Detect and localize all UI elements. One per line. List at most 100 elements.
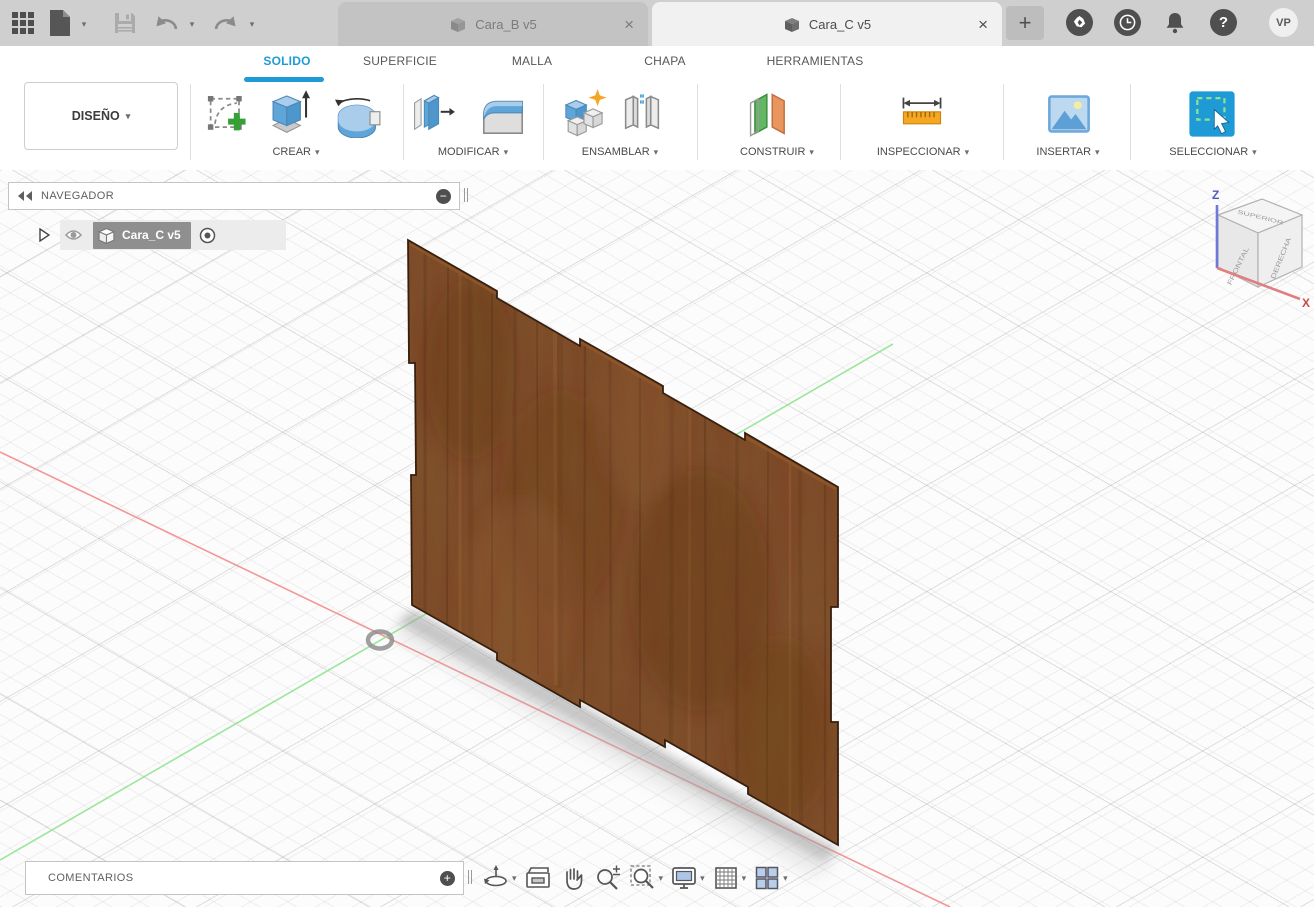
document-tab-cara-b[interactable]: Cara_B v5 × <box>338 2 648 46</box>
viewport-canvas[interactable]: SUPERIOR FRONTAL DERECHA Z X NAVEGADOR − <box>0 170 1314 907</box>
add-comment-icon[interactable]: + <box>440 870 455 886</box>
chevron-down-icon[interactable]: ▾ <box>700 873 705 883</box>
close-tab-icon[interactable]: × <box>624 16 634 33</box>
group-label: ENSAMBLAR <box>581 146 650 158</box>
select-button[interactable] <box>1186 88 1238 145</box>
notifications-button[interactable] <box>1161 9 1189 37</box>
file-menu-button[interactable] <box>48 8 72 38</box>
orbit-button[interactable]: ▾ <box>482 864 517 892</box>
group-separator <box>190 84 191 160</box>
undo-icon <box>156 16 178 30</box>
group-separator <box>1130 84 1131 160</box>
crear-group-dropdown[interactable]: CREAR ▾ <box>272 146 319 158</box>
group-separator <box>543 84 544 160</box>
inspeccionar-group-dropdown[interactable]: INSPECCIONAR ▾ <box>877 146 969 158</box>
chevron-down-icon: ▾ <box>809 146 814 157</box>
insertar-group-dropdown[interactable]: INSERTAR ▾ <box>1036 146 1099 158</box>
press-pull-button[interactable] <box>408 90 456 143</box>
chevron-down-icon: ▾ <box>1252 146 1257 157</box>
look-at-icon <box>525 867 550 888</box>
component-tree-item[interactable]: Cara_C v5 <box>93 221 191 249</box>
fillet-button[interactable] <box>477 90 529 143</box>
viewports-button[interactable]: ▾ <box>753 864 788 892</box>
zoom-button[interactable] <box>594 864 622 892</box>
component-name: Cara_C v5 <box>122 228 181 242</box>
insert-image-icon <box>1048 95 1090 133</box>
redo-button[interactable] <box>212 13 240 35</box>
design-workspace-dropdown[interactable]: DISEÑO ▾ <box>24 82 178 150</box>
panel-drag-handle[interactable] <box>468 870 472 884</box>
construir-group-dropdown[interactable]: CONSTRUIR ▾ <box>740 146 814 158</box>
ribbon-tab-chapa[interactable]: CHAPA <box>644 54 685 68</box>
viewports-icon <box>755 866 779 890</box>
extrude-icon <box>271 90 311 133</box>
comments-title: COMENTARIOS <box>48 872 134 884</box>
ribbon-tab-solido[interactable]: SOLIDO <box>263 54 310 68</box>
pan-button[interactable] <box>559 864 587 892</box>
minimize-panel-icon[interactable]: − <box>436 188 451 204</box>
help-button[interactable]: ? <box>1210 9 1237 36</box>
app-grid-menu-button[interactable] <box>10 10 36 36</box>
panel-drag-handle[interactable] <box>464 188 468 202</box>
collapse-panel-icon[interactable] <box>17 191 33 201</box>
modificar-group-dropdown[interactable]: MODIFICAR ▾ <box>438 146 508 158</box>
ribbon-tab-malla[interactable]: MALLA <box>512 54 552 68</box>
activate-component-radio[interactable] <box>199 227 216 244</box>
extrude-button[interactable] <box>264 88 314 143</box>
plus-icon: + <box>1018 10 1032 35</box>
browser-tree-row[interactable]: Cara_C v5 <box>39 220 286 250</box>
create-sketch-icon <box>207 96 246 131</box>
document-tab-cara-c[interactable]: Cara_C v5 × <box>652 2 1002 46</box>
ribbon-tab-herramientas[interactable]: HERRAMIENTAS <box>767 54 864 68</box>
ensamblar-group-dropdown[interactable]: ENSAMBLAR ▾ <box>582 146 658 158</box>
navigation-toolbar: ▾ ▾ ▾ ▾ ▾ <box>482 862 788 894</box>
comments-panel-header[interactable]: COMENTARIOS + <box>25 861 464 895</box>
save-button[interactable] <box>112 10 138 36</box>
group-separator <box>1003 84 1004 160</box>
seleccionar-group-dropdown[interactable]: SELECCIONAR ▾ <box>1169 146 1256 158</box>
file-menu-caret[interactable]: ▾ <box>78 18 90 30</box>
chevron-down-icon: ▾ <box>314 146 320 157</box>
window-zoom-button[interactable]: ▾ <box>629 864 664 892</box>
group-label: MODIFICAR <box>437 146 500 158</box>
chevron-down-icon: ▾ <box>189 18 195 29</box>
chevron-down-icon: ▾ <box>249 18 255 29</box>
chevron-down-icon[interactable]: ▾ <box>512 873 517 883</box>
insert-image-button[interactable] <box>1045 92 1093 141</box>
redo-caret[interactable]: ▾ <box>246 18 258 30</box>
extensions-button[interactable] <box>1066 9 1093 36</box>
workspace-label: DISEÑO <box>71 109 120 123</box>
save-icon <box>115 13 135 33</box>
measure-button[interactable] <box>898 94 946 139</box>
chevron-down-icon: ▾ <box>1095 146 1100 157</box>
user-avatar[interactable]: VP <box>1269 8 1298 37</box>
view-cube[interactable]: SUPERIOR FRONTAL DERECHA Z X <box>1212 188 1310 310</box>
display-settings-button[interactable]: ▾ <box>670 864 705 892</box>
undo-button[interactable] <box>152 13 180 35</box>
job-status-button[interactable] <box>1114 9 1141 36</box>
create-sketch-button[interactable] <box>203 90 251 143</box>
new-component-icon <box>564 89 607 137</box>
ribbon-tab-superficie[interactable]: SUPERFICIE <box>363 54 437 68</box>
viewcube-z-label: Z <box>1212 188 1219 202</box>
expand-arrow-icon[interactable] <box>38 228 50 242</box>
group-label: CONSTRUIR <box>740 146 806 158</box>
joint-button[interactable] <box>618 90 666 143</box>
look-at-button[interactable] <box>524 864 552 892</box>
construct-plane-button[interactable] <box>744 88 794 145</box>
chevron-down-icon[interactable]: ▾ <box>659 873 664 883</box>
chevron-down-icon[interactable]: ▾ <box>742 873 747 883</box>
revolve-button[interactable] <box>330 92 386 143</box>
visibility-eye-icon[interactable] <box>64 228 83 242</box>
select-icon <box>1189 91 1235 137</box>
new-document-tab-button[interactable]: + <box>1006 6 1044 40</box>
viewcube-x-label: X <box>1302 296 1310 310</box>
clock-icon <box>1119 14 1136 31</box>
group-separator <box>403 84 404 160</box>
undo-caret[interactable]: ▾ <box>186 18 198 30</box>
navigator-panel-header[interactable]: NAVEGADOR − <box>8 182 460 210</box>
grid-settings-button[interactable]: ▾ <box>712 864 747 892</box>
close-tab-icon[interactable]: × <box>978 16 988 33</box>
new-component-button[interactable] <box>558 88 610 145</box>
chevron-down-icon[interactable]: ▾ <box>783 873 788 883</box>
